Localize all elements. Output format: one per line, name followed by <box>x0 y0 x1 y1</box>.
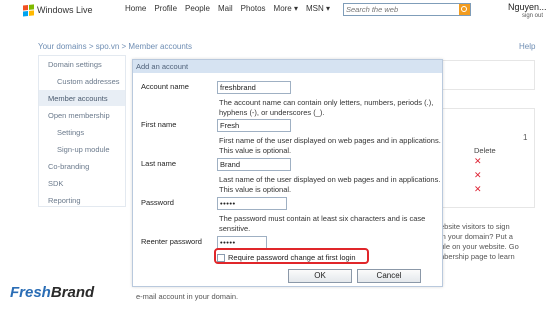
promo-line: ebsite visitors to sign <box>440 222 510 231</box>
nav-profile[interactable]: Profile <box>154 4 177 13</box>
member-list-panel <box>440 108 535 208</box>
nav-mail[interactable]: Mail <box>218 4 233 13</box>
breadcrumb[interactable]: Your domains > spo.vn > Member accounts <box>38 42 192 51</box>
promo-line: in your domain? Put a <box>440 232 513 241</box>
reenter-password-label: Reenter password <box>141 237 202 246</box>
highlight-annotation <box>214 248 369 264</box>
sidebar-item-co-branding[interactable]: Co-branding <box>39 158 125 175</box>
sidebar-item-settings[interactable]: Settings <box>39 124 125 141</box>
background-bottom-text: e-mail account in your domain. <box>136 292 239 301</box>
sidebar-item-domain-settings[interactable]: Domain settings <box>39 56 125 73</box>
sidebar-item-sign-up-module[interactable]: Sign-up module <box>39 141 125 158</box>
password-label: Password <box>141 198 174 207</box>
search-box <box>343 3 471 16</box>
nav-people[interactable]: People <box>185 4 210 13</box>
freshbrand-logo: FreshBrand <box>10 284 94 301</box>
top-bar: Windows Live Home Profile People Mail Ph… <box>0 0 550 22</box>
sidebar-item-custom-addresses[interactable]: Custom addresses <box>39 73 125 90</box>
sidebar-item-reporting[interactable]: Reporting <box>39 192 125 209</box>
sidebar-item-member-accounts[interactable]: Member accounts <box>39 90 125 107</box>
nav-more[interactable]: More ▾ <box>274 4 298 13</box>
background-panel <box>440 60 535 90</box>
dialog-title: Add an account <box>133 60 442 73</box>
windows-flag-icon <box>22 3 34 17</box>
password-help: The password must contain at least six c… <box>219 214 426 233</box>
ok-button[interactable]: OK <box>288 269 352 283</box>
sidebar-item-sdk[interactable]: SDK <box>39 175 125 192</box>
logo-text: Windows Live <box>37 5 93 15</box>
brand-part-1: Fresh <box>10 284 51 301</box>
page-number[interactable]: 1 <box>523 133 527 142</box>
windows-live-logo[interactable]: Windows Live <box>22 3 93 17</box>
promo-line[interactable]: nbership page to learn <box>440 252 540 262</box>
cancel-button[interactable]: Cancel <box>357 269 421 283</box>
last-name-help: Last name of the user displayed on web p… <box>219 175 441 194</box>
brand-part-2: Brand <box>50 284 95 301</box>
first-name-field[interactable] <box>217 119 291 132</box>
nav-home[interactable]: Home <box>125 4 146 13</box>
breadcrumb-bar: Your domains > spo.vn > Member accounts … <box>0 38 550 52</box>
first-name-help: First name of the user displayed on web … <box>219 136 441 155</box>
password-field[interactable] <box>217 197 287 210</box>
delete-icon[interactable]: ✕ <box>474 170 482 181</box>
search-input[interactable] <box>344 4 456 15</box>
last-name-field[interactable] <box>217 158 291 171</box>
help-link[interactable]: Help <box>519 42 535 51</box>
sidebar-item-open-membership[interactable]: Open membership <box>39 107 125 124</box>
nav-photos[interactable]: Photos <box>241 4 266 13</box>
top-nav: Home Profile People Mail Photos More ▾ M… <box>125 4 338 13</box>
account-name-help: The account name can contain only letter… <box>219 98 434 117</box>
promo-line: ule on your website. Go <box>440 242 519 251</box>
first-name-label: First name <box>141 120 177 129</box>
delete-icon[interactable]: ✕ <box>474 184 482 195</box>
nav-msn[interactable]: MSN ▾ <box>306 4 330 13</box>
delete-icon[interactable]: ✕ <box>474 156 482 167</box>
open-membership-promo: ebsite visitors to sign in your domain? … <box>440 222 540 277</box>
search-button[interactable] <box>459 4 470 15</box>
account-name-label: Account name <box>141 82 189 91</box>
last-name-label: Last name <box>141 159 177 168</box>
sign-out-link[interactable]: sign out <box>522 13 543 19</box>
sidebar: Domain settings Custom addresses Member … <box>38 55 126 209</box>
delete-column-header: Delete <box>474 146 496 155</box>
account-name-field[interactable] <box>217 81 291 94</box>
user-name[interactable]: Nguyen... <box>508 2 547 12</box>
